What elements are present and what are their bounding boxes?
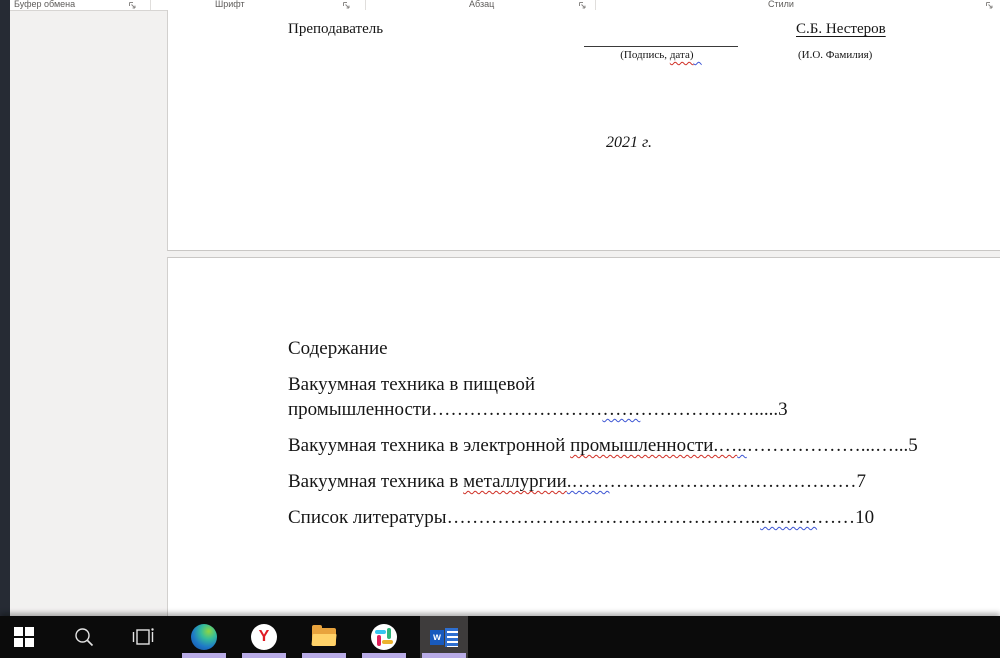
running-indicator [242, 653, 286, 658]
running-indicator [362, 653, 406, 658]
signature-caption: (Подпись, дата)... [584, 49, 738, 61]
signature-caption-text: (Подпись, [620, 49, 670, 61]
search-icon [73, 626, 95, 648]
toc-heading: Содержание [288, 338, 388, 360]
toc-text: Вакуумная техника в [288, 471, 463, 492]
background-window-edge [0, 0, 10, 616]
taskbar-app-slack[interactable] [360, 616, 408, 658]
toc-text: Вакуумная техника в пищевой [288, 374, 535, 395]
spelling-squiggle: промышленности.… [570, 435, 737, 456]
word-icon: w [430, 628, 458, 647]
toc-text: Вакуумная техника в электронной [288, 435, 570, 456]
grammar-squiggle: …… [602, 399, 640, 420]
running-indicator [422, 653, 466, 658]
teacher-label: Преподаватель [288, 21, 383, 38]
page-number: …7 [838, 471, 867, 492]
taskbar-spacer [288, 616, 300, 658]
spelling-squiggle: металлургии [463, 471, 567, 492]
search-button[interactable] [60, 616, 108, 658]
clipboard-dialog-launcher-icon[interactable] [128, 1, 137, 10]
toc-entry-food-industry-line2: промышленности…………………………………………….....3 [288, 399, 788, 421]
taskbar: Y w [0, 616, 1000, 658]
dot-leader: ……………………………… [610, 471, 838, 492]
signature-caption-misspelled: дата) [670, 49, 694, 61]
styles-dialog-launcher-icon[interactable] [985, 1, 994, 10]
taskbar-spacer [408, 616, 420, 658]
year-text: 2021 г. [606, 134, 652, 152]
running-indicator [182, 653, 226, 658]
slack-icon [371, 624, 397, 650]
ribbon-group-clipboard: Буфер обмена [14, 0, 75, 9]
toc-text: промышленности [288, 399, 431, 420]
document-page-1[interactable]: Преподаватель (Подпись, дата)... С.Б. Не… [167, 10, 1000, 251]
ribbon-group-font: Шрифт [215, 0, 245, 9]
toc-entry-bibliography: Список литературы…………………………………………..……………… [288, 507, 874, 529]
ribbon-separator [150, 0, 151, 10]
toc-entry-food-industry-line1: Вакуумная техника в пищевой [288, 374, 535, 396]
task-view-icon [132, 627, 156, 647]
taskbar-spacer [108, 616, 120, 658]
toc-entry-metallurgy: Вакуумная техника в металлургии.……………………… [288, 471, 866, 493]
name-caption: (И.О. Фамилия) [798, 49, 872, 61]
taskbar-spacer [168, 616, 180, 658]
yandex-browser-icon: Y [251, 624, 277, 650]
windows-logo-icon [14, 627, 34, 647]
page-number: ……10 [817, 507, 874, 528]
toc-entry-electronics-industry: Вакуумная техника в электронной промышле… [288, 435, 918, 457]
dot-leader: ……………… [747, 435, 861, 456]
taskbar-app-yandex-browser[interactable]: Y [240, 616, 288, 658]
signature-line [584, 22, 738, 47]
taskbar-app-file-explorer[interactable] [300, 616, 348, 658]
ribbon-group-styles: Стили [768, 0, 794, 9]
taskbar-app-edge[interactable] [180, 616, 228, 658]
font-dialog-launcher-icon[interactable] [342, 1, 351, 10]
teacher-name: С.Б. Нестеров [796, 21, 886, 38]
document-page-2[interactable]: Содержание Вакуумная техника в пищевой п… [167, 257, 1000, 617]
toc-text: Список литературы [288, 507, 447, 528]
taskbar-spacer [48, 616, 60, 658]
start-button[interactable] [0, 616, 48, 658]
file-explorer-icon [312, 628, 336, 646]
taskbar-spacer [228, 616, 240, 658]
taskbar-spacer [348, 616, 360, 658]
dot-leader: ………………... [640, 399, 768, 420]
running-indicator [302, 653, 346, 658]
task-view-button[interactable] [120, 616, 168, 658]
page-number: ...…...5 [861, 435, 918, 456]
ribbon-separator [365, 0, 366, 10]
dot-leader: ……………………… [431, 399, 602, 420]
taskbar-app-word[interactable]: w [420, 616, 468, 658]
grammar-squiggle: ... [694, 49, 702, 61]
paragraph-dialog-launcher-icon[interactable] [578, 1, 587, 10]
ribbon-group-paragraph: Абзац [469, 0, 494, 9]
page-number: ..3 [769, 399, 788, 420]
edge-icon [191, 624, 217, 650]
grammar-squiggle: ……… [760, 507, 817, 528]
word-window: Буфер обмена Шрифт Абзац Стили Преподава… [10, 0, 1000, 616]
ribbon-separator [595, 0, 596, 10]
grammar-squiggle: .…… [567, 471, 610, 492]
grammar-squiggle: .. [737, 435, 747, 456]
dot-leader: ………………………………………….. [447, 507, 761, 528]
